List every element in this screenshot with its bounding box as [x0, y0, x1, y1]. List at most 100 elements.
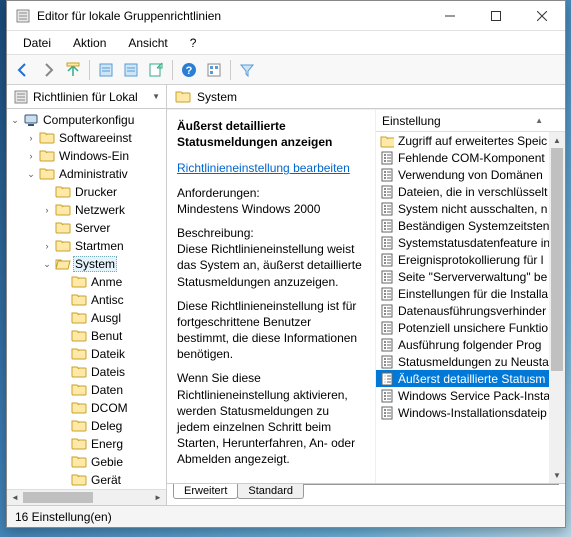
tree-item[interactable]: Gerät — [89, 473, 123, 487]
tree-item[interactable]: Netzwerk — [73, 203, 127, 217]
tree-item[interactable]: Drucker — [73, 185, 119, 199]
list-item[interactable]: Äußerst detaillierte Statusm — [376, 370, 549, 387]
list-item[interactable]: Statusmeldungen zu Neusta — [376, 353, 549, 370]
scroll-up-icon[interactable]: ▲ — [549, 132, 565, 148]
minimize-button[interactable] — [427, 1, 473, 30]
scroll-thumb[interactable] — [23, 492, 93, 503]
tree-item[interactable]: Antisc — [89, 293, 126, 307]
tree-item[interactable]: Softwareeinst — [57, 131, 134, 145]
folder-icon — [71, 400, 87, 416]
policy-icon — [380, 355, 394, 369]
expander-icon[interactable]: ⌄ — [9, 115, 21, 126]
toolbar-sep — [172, 60, 173, 80]
tree-item[interactable]: Administrativ — [57, 167, 130, 181]
scroll-thumb[interactable] — [551, 148, 563, 371]
forward-button[interactable] — [36, 58, 60, 82]
list-item[interactable]: Einstellungen für die Installa — [376, 285, 549, 302]
expander-icon[interactable]: › — [25, 133, 37, 143]
titlebar[interactable]: Editor für lokale Gruppenrichtlinien — [7, 1, 565, 31]
folder-icon — [71, 292, 87, 308]
tree-item[interactable]: Dateik — [89, 347, 127, 361]
list-item-label: Ausführung folgender Prog — [398, 338, 541, 352]
expander-icon[interactable]: ⌄ — [41, 259, 53, 270]
statusbar: 16 Einstellung(en) — [7, 505, 565, 527]
menu-help[interactable]: ? — [180, 34, 207, 52]
description-text-1: Diese Richtlinieneinstellung weist das S… — [177, 242, 362, 288]
tree-item[interactable]: Anme — [89, 275, 124, 289]
scroll-right-icon[interactable]: ► — [150, 490, 166, 505]
tab-extended[interactable]: Erweitert — [173, 484, 238, 499]
list-item[interactable]: Beständigen Systemzeitsten — [376, 217, 549, 234]
tree-item[interactable]: Computerkonfigu — [41, 113, 136, 127]
properties-button[interactable] — [119, 58, 143, 82]
expander-icon[interactable]: › — [41, 205, 53, 215]
policy-icon — [380, 253, 394, 267]
folder-icon — [71, 364, 87, 380]
list-item[interactable]: Zugriff auf erweitertes Speic — [376, 132, 549, 149]
tree-root-label: Richtlinien für Lokal — [33, 90, 138, 104]
list-column-header[interactable]: Einstellung ▲ — [376, 110, 565, 132]
policy-icon — [380, 236, 394, 250]
tree-item[interactable]: Benut — [89, 329, 124, 343]
menu-view[interactable]: Ansicht — [118, 34, 177, 52]
tree-item[interactable]: Startmen — [73, 239, 126, 253]
edit-policy-link[interactable]: Richtlinieneinstellung bearbeiten — [177, 161, 350, 175]
tree-header[interactable]: Richtlinien für Lokal ▼ — [7, 85, 166, 109]
expander-icon[interactable]: › — [41, 241, 53, 251]
detail-header-label: System — [197, 90, 237, 104]
help-button[interactable] — [177, 58, 201, 82]
policy-icon — [380, 287, 394, 301]
close-button[interactable] — [519, 1, 565, 30]
export-button[interactable] — [144, 58, 168, 82]
list-item[interactable]: Windows-Installationsdateip — [376, 404, 549, 421]
list-item[interactable]: Potenziell unsichere Funktio — [376, 319, 549, 336]
list-item-label: Systemstatusdatenfeature in — [398, 236, 549, 250]
folder-icon — [55, 220, 71, 236]
tree-root-icon — [13, 89, 29, 105]
expander-icon[interactable]: ⌄ — [25, 169, 37, 180]
tree-hscrollbar[interactable]: ◄ ► — [7, 489, 166, 505]
list-item[interactable]: System nicht ausschalten, n — [376, 200, 549, 217]
list-item[interactable]: Dateien, die in verschlüsselt — [376, 183, 549, 200]
tree-item[interactable]: Windows-Ein — [57, 149, 131, 163]
scroll-left-icon[interactable]: ◄ — [7, 490, 23, 505]
settings-list[interactable]: Zugriff auf erweitertes SpeicFehlende CO… — [376, 132, 549, 483]
list-item-label: Verwendung von Domänen — [398, 168, 543, 182]
maximize-button[interactable] — [473, 1, 519, 30]
filter-button[interactable] — [235, 58, 259, 82]
tree-item[interactable]: Server — [73, 221, 112, 235]
computer-icon — [23, 112, 39, 128]
list-item[interactable]: Systemstatusdatenfeature in — [376, 234, 549, 251]
list-item[interactable]: Windows Service Pack-Insta — [376, 387, 549, 404]
folder-icon — [39, 148, 55, 164]
tree-item[interactable]: DCOM — [89, 401, 130, 415]
tree[interactable]: ⌄ Computerkonfigu › Softwareeinst › Windows… — [7, 109, 166, 489]
tree-item-selected[interactable]: System — [73, 256, 117, 272]
tree-item[interactable]: Dateis — [89, 365, 127, 379]
policy-icon — [380, 304, 394, 318]
menu-action[interactable]: Aktion — [63, 34, 116, 52]
tree-item[interactable]: Daten — [89, 383, 125, 397]
up-button[interactable] — [61, 58, 85, 82]
scroll-down-icon[interactable]: ▼ — [549, 467, 565, 483]
show-hide-tree-button[interactable] — [94, 58, 118, 82]
list-vscrollbar[interactable]: ▲ ▼ — [549, 132, 565, 483]
policy-icon — [380, 270, 394, 284]
list-item[interactable]: Seite "Serververwaltung" be — [376, 268, 549, 285]
back-button[interactable] — [11, 58, 35, 82]
tab-standard[interactable]: Standard — [237, 484, 304, 499]
gpedit-window: Editor für lokale Gruppenrichtlinien Dat… — [6, 0, 566, 528]
options-button[interactable] — [202, 58, 226, 82]
menu-file[interactable]: Datei — [13, 34, 61, 52]
tree-item[interactable]: Gebie — [89, 455, 125, 469]
list-item[interactable]: Fehlende COM-Komponent — [376, 149, 549, 166]
tree-item[interactable]: Ausgl — [89, 311, 123, 325]
tree-item[interactable]: Deleg — [89, 419, 124, 433]
expander-icon[interactable]: › — [25, 151, 37, 161]
list-item[interactable]: Ereignisprotokollierung für l — [376, 251, 549, 268]
list-item[interactable]: Ausführung folgender Prog — [376, 336, 549, 353]
folder-icon — [39, 166, 55, 182]
list-item[interactable]: Verwendung von Domänen — [376, 166, 549, 183]
tree-item[interactable]: Energ — [89, 437, 125, 451]
list-item[interactable]: Datenausführungsverhinder — [376, 302, 549, 319]
